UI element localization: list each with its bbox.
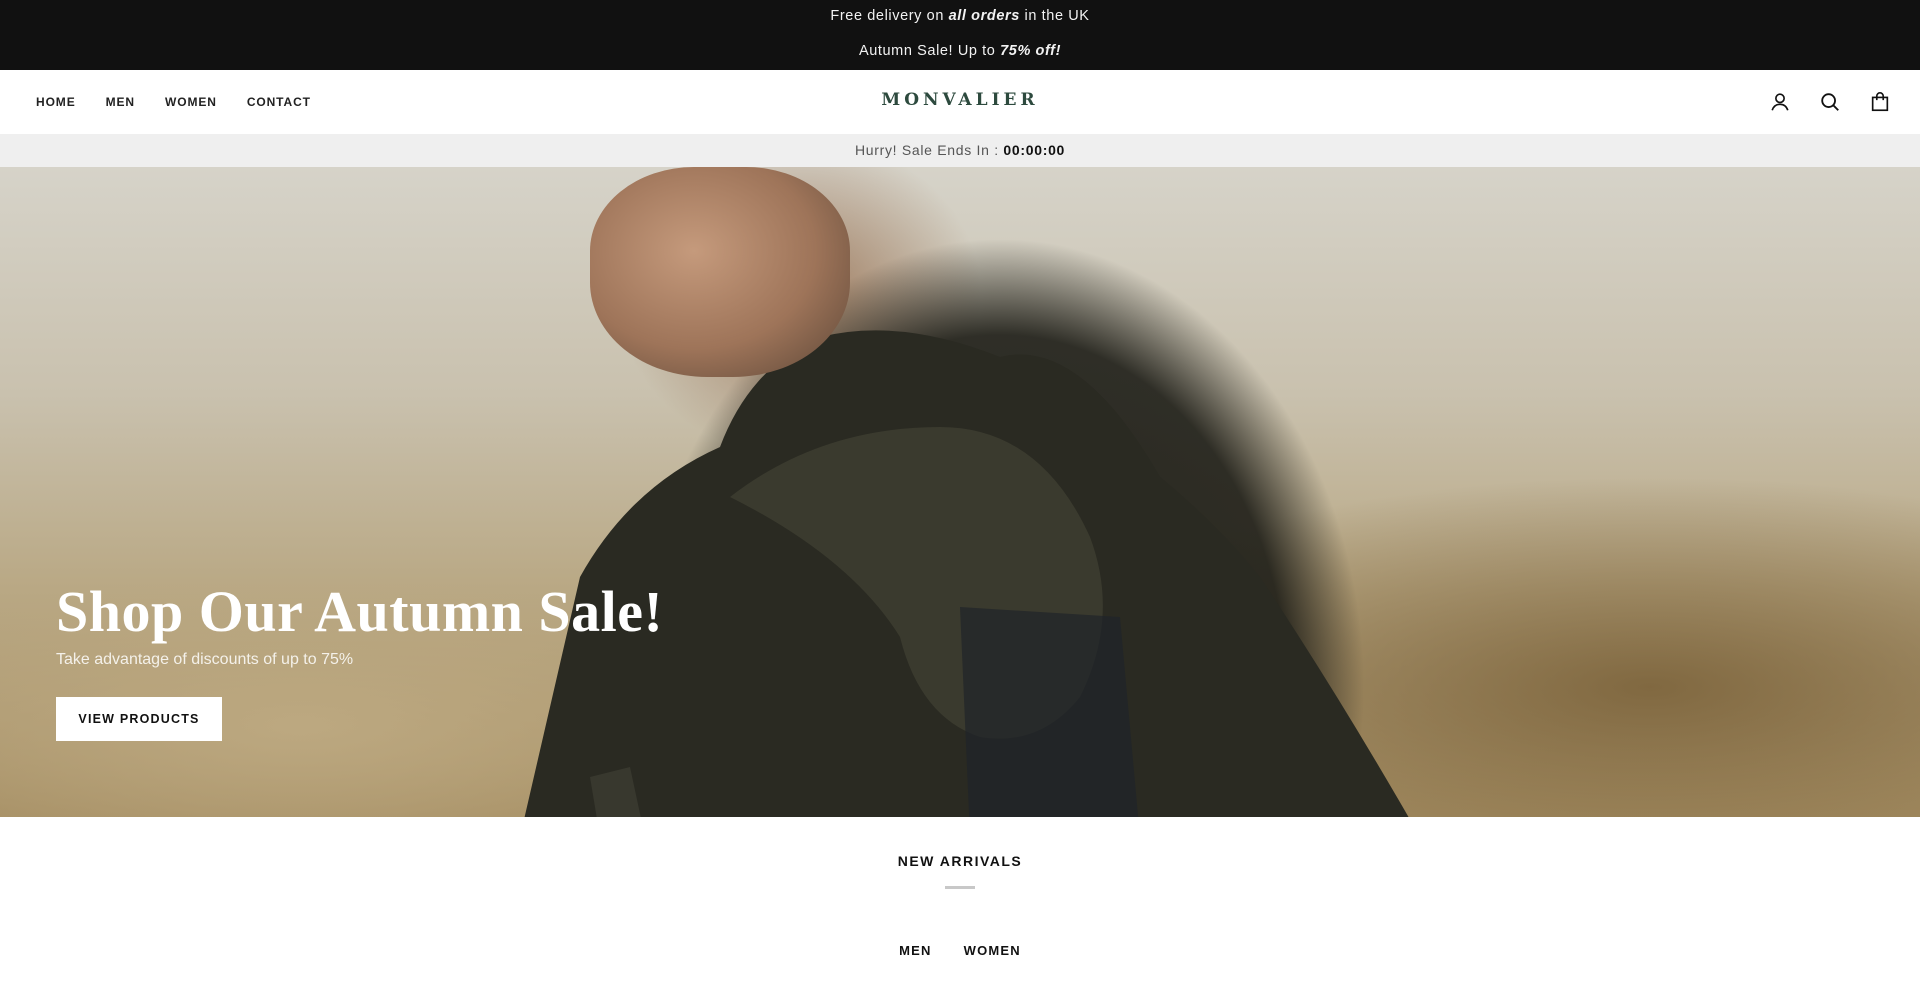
announcement-sale-emphasis: 75% off!: [1000, 43, 1062, 59]
new-arrivals-tabs: MEN WOMEN: [0, 943, 1920, 958]
announcement-sale: Autumn Sale! Up to 75% off!: [0, 43, 1920, 59]
hero-subtitle: Take advantage of discounts of up to 75%: [56, 651, 354, 668]
header-icons: [1742, 70, 1892, 134]
nav-women[interactable]: WOMEN: [165, 95, 217, 109]
countdown-label: Hurry! Sale Ends In :: [854, 142, 1004, 158]
countdown-time: 00:00:00: [1003, 142, 1066, 158]
nav-men[interactable]: MEN: [106, 95, 135, 109]
hero-title: Shop Our Autumn Sale!: [56, 579, 664, 644]
search-icon[interactable]: [1818, 90, 1842, 114]
nav-contact[interactable]: CONTACT: [247, 95, 311, 109]
hero-image-head: [590, 167, 850, 377]
hero-banner: Shop Our Autumn Sale! Take advantage of …: [0, 167, 1920, 817]
view-products-button[interactable]: VIEW PRODUCTS: [56, 697, 222, 741]
site-header: HOME MEN WOMEN CONTACT MONVALIER: [0, 70, 1920, 134]
section-divider: [945, 886, 975, 889]
tab-men[interactable]: MEN: [899, 943, 932, 958]
announcement-delivery: Free delivery on all orders in the UK: [0, 8, 1920, 24]
nav-home[interactable]: HOME: [36, 95, 76, 109]
tab-women[interactable]: WOMEN: [964, 943, 1021, 958]
site-logo[interactable]: MONVALIER: [881, 90, 1038, 110]
announcement-delivery-emphasis: all orders: [948, 8, 1020, 24]
cart-icon[interactable]: [1868, 90, 1892, 114]
announcement-delivery-suffix: in the UK: [1019, 8, 1090, 24]
sale-countdown-bar: Hurry! Sale Ends In : 00:00:00: [0, 134, 1920, 167]
account-icon[interactable]: [1768, 90, 1792, 114]
main-nav: HOME MEN WOMEN CONTACT: [36, 70, 341, 134]
announcement-bar: Free delivery on all orders in the UK Au…: [0, 0, 1920, 70]
announcement-delivery-text: Free delivery on: [830, 8, 949, 24]
new-arrivals-title: NEW ARRIVALS: [897, 853, 1023, 869]
announcement-sale-text: Autumn Sale! Up to: [858, 43, 1001, 59]
